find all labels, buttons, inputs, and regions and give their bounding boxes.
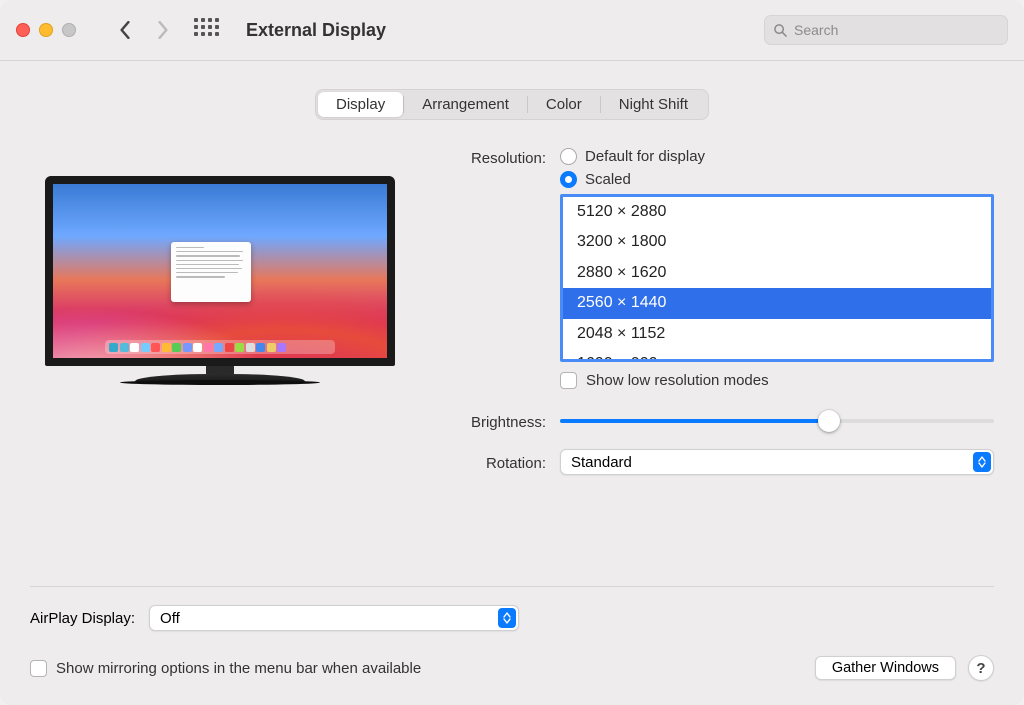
airplay-select[interactable]: Off — [149, 605, 519, 631]
resolution-option[interactable]: 1600 × 900 — [563, 349, 991, 362]
radio-unchecked-icon — [560, 148, 577, 165]
search-input[interactable] — [794, 22, 999, 38]
select-arrows-icon — [973, 452, 991, 472]
checkbox-unchecked-icon — [30, 660, 47, 677]
resolution-option[interactable]: 2048 × 1152 — [563, 319, 991, 349]
show-low-res-checkbox[interactable]: Show low resolution modes — [560, 372, 994, 389]
show-all-icon[interactable] — [194, 18, 218, 42]
resolution-list[interactable]: 5120 × 2880 3200 × 1800 2880 × 1620 2560… — [560, 194, 994, 362]
slider-thumb[interactable] — [818, 410, 840, 432]
rotation-select[interactable]: Standard — [560, 449, 994, 475]
tabs-segment: Display Arrangement Color Night Shift — [315, 89, 709, 120]
search-icon — [773, 23, 788, 38]
tab-color[interactable]: Color — [528, 92, 600, 117]
resolution-option[interactable]: 3200 × 1800 — [563, 227, 991, 257]
minimize-window[interactable] — [39, 23, 53, 37]
resolution-option-selected[interactable]: 2560 × 1440 — [563, 288, 991, 318]
gather-windows-button[interactable]: Gather Windows — [815, 656, 956, 680]
show-low-res-label: Show low resolution modes — [586, 372, 769, 389]
back-button[interactable] — [112, 17, 138, 43]
bottom-divider — [30, 586, 994, 587]
checkbox-unchecked-icon — [560, 372, 577, 389]
tab-display[interactable]: Display — [318, 92, 403, 117]
resolution-option[interactable]: 2880 × 1620 — [563, 258, 991, 288]
radio-checked-icon — [560, 171, 577, 188]
brightness-label: Brightness: — [440, 412, 560, 431]
select-arrows-icon — [498, 608, 516, 628]
forward-button — [150, 17, 176, 43]
rotation-label: Rotation: — [440, 453, 560, 472]
close-window[interactable] — [16, 23, 30, 37]
airplay-value: Off — [160, 610, 180, 627]
airplay-label: AirPlay Display: — [30, 610, 135, 627]
resolution-scaled-label: Scaled — [585, 171, 631, 188]
tab-night-shift[interactable]: Night Shift — [601, 92, 706, 117]
dock-preview — [105, 340, 335, 354]
help-button[interactable]: ? — [968, 655, 994, 681]
mirroring-label: Show mirroring options in the menu bar w… — [56, 660, 421, 677]
mirroring-checkbox[interactable]: Show mirroring options in the menu bar w… — [30, 660, 421, 677]
resolution-default-label: Default for display — [585, 148, 705, 165]
resolution-option[interactable]: 5120 × 2880 — [563, 197, 991, 227]
brightness-slider[interactable] — [560, 419, 994, 423]
display-preview — [45, 176, 395, 385]
tab-arrangement[interactable]: Arrangement — [404, 92, 527, 117]
rotation-value: Standard — [571, 454, 632, 471]
search-field[interactable] — [764, 15, 1008, 45]
resolution-scaled-radio[interactable]: Scaled — [560, 171, 994, 188]
resolution-label: Resolution: — [440, 148, 560, 167]
mini-window-preview — [171, 242, 251, 302]
window-title: External Display — [246, 20, 386, 41]
resolution-default-radio[interactable]: Default for display — [560, 148, 994, 165]
zoom-window-disabled — [62, 23, 76, 37]
